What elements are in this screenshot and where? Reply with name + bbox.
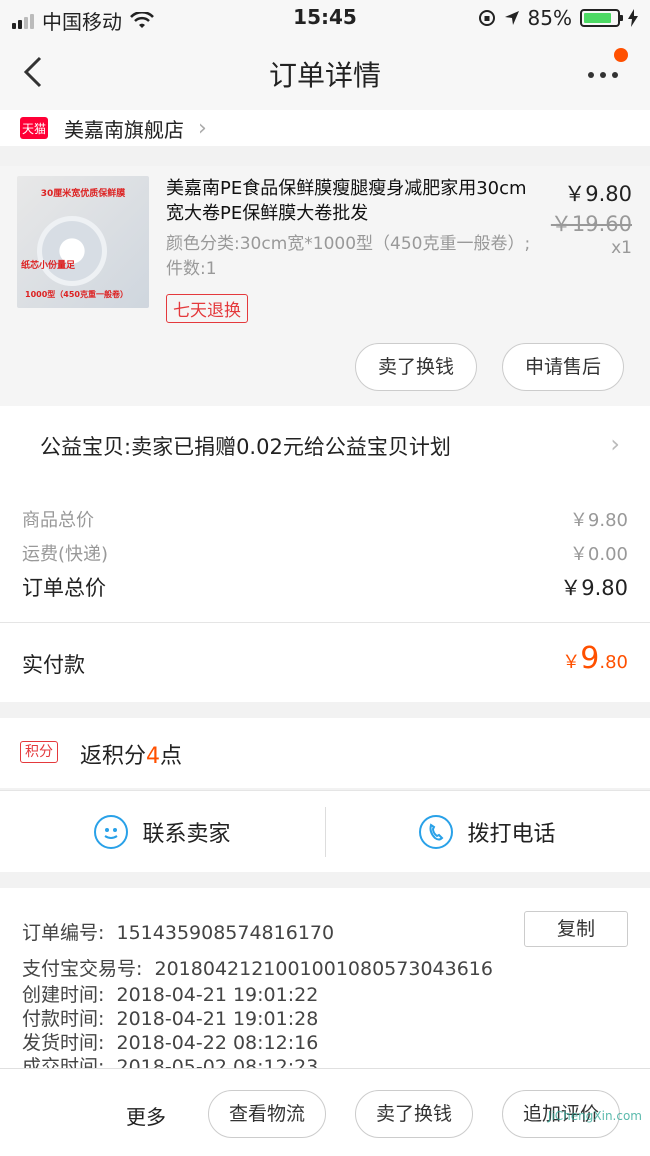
- notification-dot: [614, 48, 628, 62]
- nav-bar: 订单详情: [0, 36, 650, 110]
- product-quantity: x1: [611, 238, 632, 258]
- sell-for-cash-bottom-button[interactable]: 卖了换钱: [355, 1090, 474, 1138]
- location-icon: [504, 11, 519, 25]
- more-actions-button[interactable]: 更多: [126, 1101, 166, 1130]
- sell-for-cash-button[interactable]: 卖了换钱: [355, 343, 478, 391]
- tmall-badge: 天猫: [20, 117, 48, 139]
- contact-bar: 联系卖家 拨打电话: [0, 790, 650, 872]
- battery-icon: [580, 9, 623, 27]
- order-info: 订单编号: 151435908574816170 复制 支付宝交易号: 2018…: [0, 888, 650, 1068]
- return-policy-badge: 七天退换: [166, 294, 248, 323]
- paid-time-row: 付款时间: 2018-04-21 19:01:28: [22, 1008, 319, 1030]
- store-name: 美嘉南旗舰店: [64, 117, 184, 142]
- completed-time-row: 成交时间: 2018-05-02 08:12:23: [22, 1056, 319, 1068]
- status-bar: 中国移动 15:45 85%: [0, 0, 650, 36]
- product-spec: 颜色分类:30cm宽*1000型（450克重一般卷）;件数:1: [166, 234, 531, 279]
- shipped-time-row: 发货时间: 2018-04-22 08:12:16: [22, 1032, 319, 1054]
- charging-icon: [628, 9, 638, 27]
- product-original-price: ￥19.60: [550, 212, 632, 236]
- copy-button[interactable]: 复制: [524, 911, 628, 947]
- more-dots-icon: [588, 72, 618, 78]
- chevron-right-icon: ›: [198, 115, 207, 141]
- watermark-text: JiChengXin.com: [547, 1109, 642, 1123]
- chevron-right-icon: ›: [610, 430, 620, 458]
- created-time-row: 创建时间: 2018-04-21 19:01:22: [22, 984, 319, 1006]
- points-badge: 积分: [20, 741, 58, 763]
- after-sale-button[interactable]: 申请售后: [502, 343, 625, 391]
- more-menu-button[interactable]: [588, 48, 628, 90]
- actual-payment-row: 实付款 ￥9.80: [0, 622, 650, 702]
- page-title: 订单详情: [268, 59, 381, 92]
- charity-text: 公益宝贝:卖家已捐赠0.02元给公益宝贝计划: [40, 435, 451, 459]
- cost-summary: 商品总价 ￥9.80 运费(快递) ￥0.00 订单总价 ￥9.80: [0, 484, 650, 622]
- charity-row[interactable]: 公益宝贝:卖家已捐赠0.02元给公益宝贝计划 ›: [0, 406, 650, 484]
- shipping-row: 运费(快递) ￥0.00: [22, 544, 628, 565]
- order-number: 151435908574816170: [116, 922, 335, 944]
- phone-icon: [419, 815, 454, 849]
- chat-face-icon: [94, 815, 129, 849]
- product-thumbnail[interactable]: 30厘米宽优质保鲜膜 纸芯小份量足 1000型（450克重一般卷）: [17, 176, 149, 308]
- call-phone-label: 拨打电话: [467, 822, 556, 847]
- contact-seller-label: 联系卖家: [142, 822, 231, 847]
- order-total-row: 订单总价 ￥9.80: [22, 576, 628, 600]
- battery-percent: 85%: [527, 6, 572, 30]
- actual-payment-label: 实付款: [22, 653, 85, 677]
- points-row: 积分 返积分4点: [0, 718, 650, 788]
- order-number-row: 订单编号: 151435908574816170: [22, 922, 335, 944]
- rotation-lock-icon: [478, 10, 495, 26]
- goods-total-row: 商品总价 ￥9.80: [22, 510, 628, 531]
- alipay-number-row: 支付宝交易号: 2018042121001001080573043616: [22, 958, 493, 980]
- actual-payment-value: ￥9.80: [562, 641, 628, 676]
- view-logistics-button[interactable]: 查看物流: [208, 1090, 327, 1138]
- call-phone-button[interactable]: 拨打电话: [325, 791, 650, 873]
- store-row[interactable]: 天猫 美嘉南旗舰店 ›: [0, 110, 650, 146]
- product-price: ￥9.80: [564, 182, 632, 206]
- product-card: 30厘米宽优质保鲜膜 纸芯小份量足 1000型（450克重一般卷） 美嘉南PE食…: [0, 166, 650, 406]
- bottom-action-bar: 更多 查看物流 卖了换钱 追加评价 JiChengXin.com: [0, 1068, 650, 1156]
- points-text: 返积分4点: [80, 744, 183, 769]
- contact-seller-button[interactable]: 联系卖家: [0, 791, 325, 873]
- product-title[interactable]: 美嘉南PE食品保鲜膜瘦腿瘦身减肥家用30cm宽大卷PE保鲜膜大卷批发: [166, 176, 538, 226]
